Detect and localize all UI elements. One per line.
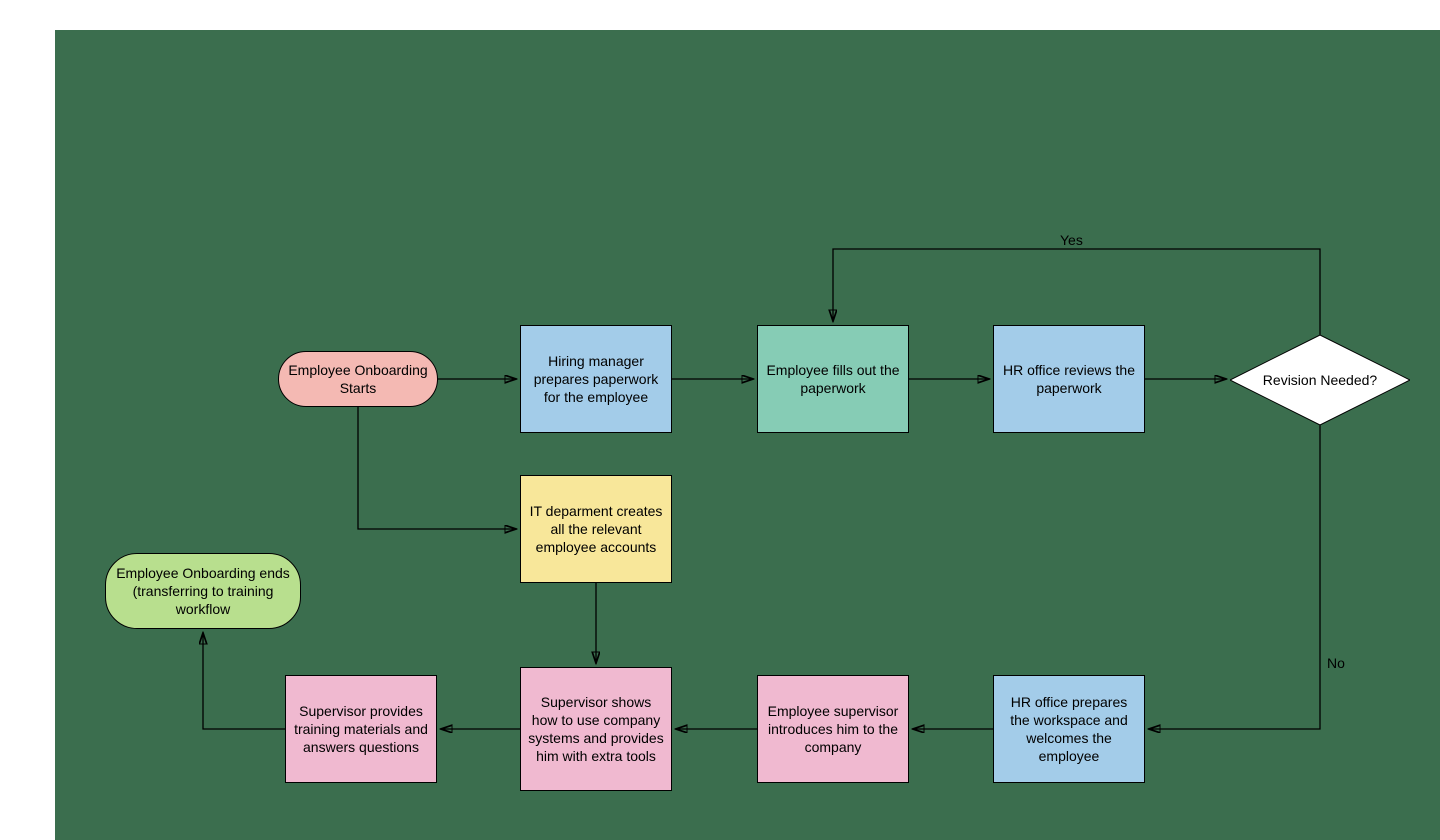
node-hiring-manager-label: Hiring manager prepares paperwork for th… xyxy=(527,352,665,407)
edge-label-yes: Yes xyxy=(1060,232,1083,248)
node-supervisor-training[interactable]: Supervisor provides training materials a… xyxy=(285,675,437,783)
node-decision[interactable]: Revision Needed? xyxy=(1230,335,1410,425)
edge-label-no: No xyxy=(1327,655,1345,671)
edges-svg xyxy=(55,30,1440,840)
flowchart-canvas: Yes No Employee Onboarding Starts Hiring… xyxy=(55,30,1440,840)
node-start[interactable]: Employee Onboarding Starts xyxy=(278,351,438,407)
node-it-dept-label: IT deparment creates all the relevant em… xyxy=(527,502,665,557)
node-supervisor-training-label: Supervisor provides training materials a… xyxy=(292,702,430,757)
node-employee-fills-label: Employee fills out the paperwork xyxy=(764,361,902,397)
node-hr-prepares[interactable]: HR office prepares the workspace and wel… xyxy=(993,675,1145,783)
node-hr-reviews[interactable]: HR office reviews the paperwork xyxy=(993,325,1145,433)
node-hr-prepares-label: HR office prepares the workspace and wel… xyxy=(1000,693,1138,766)
node-start-label: Employee Onboarding Starts xyxy=(285,361,431,397)
node-supervisor-intro-label: Employee supervisor introduces him to th… xyxy=(764,702,902,757)
node-employee-fills[interactable]: Employee fills out the paperwork xyxy=(757,325,909,433)
node-supervisor-intro[interactable]: Employee supervisor introduces him to th… xyxy=(757,675,909,783)
node-end[interactable]: Employee Onboarding ends (transferring t… xyxy=(105,553,301,629)
node-supervisor-shows-label: Supervisor shows how to use company syst… xyxy=(527,693,665,766)
node-it-dept[interactable]: IT deparment creates all the relevant em… xyxy=(520,475,672,583)
node-hr-reviews-label: HR office reviews the paperwork xyxy=(1000,361,1138,397)
node-end-label: Employee Onboarding ends (transferring t… xyxy=(112,564,294,619)
node-hiring-manager[interactable]: Hiring manager prepares paperwork for th… xyxy=(520,325,672,433)
node-decision-label: Revision Needed? xyxy=(1230,335,1410,425)
node-supervisor-shows[interactable]: Supervisor shows how to use company syst… xyxy=(520,667,672,791)
